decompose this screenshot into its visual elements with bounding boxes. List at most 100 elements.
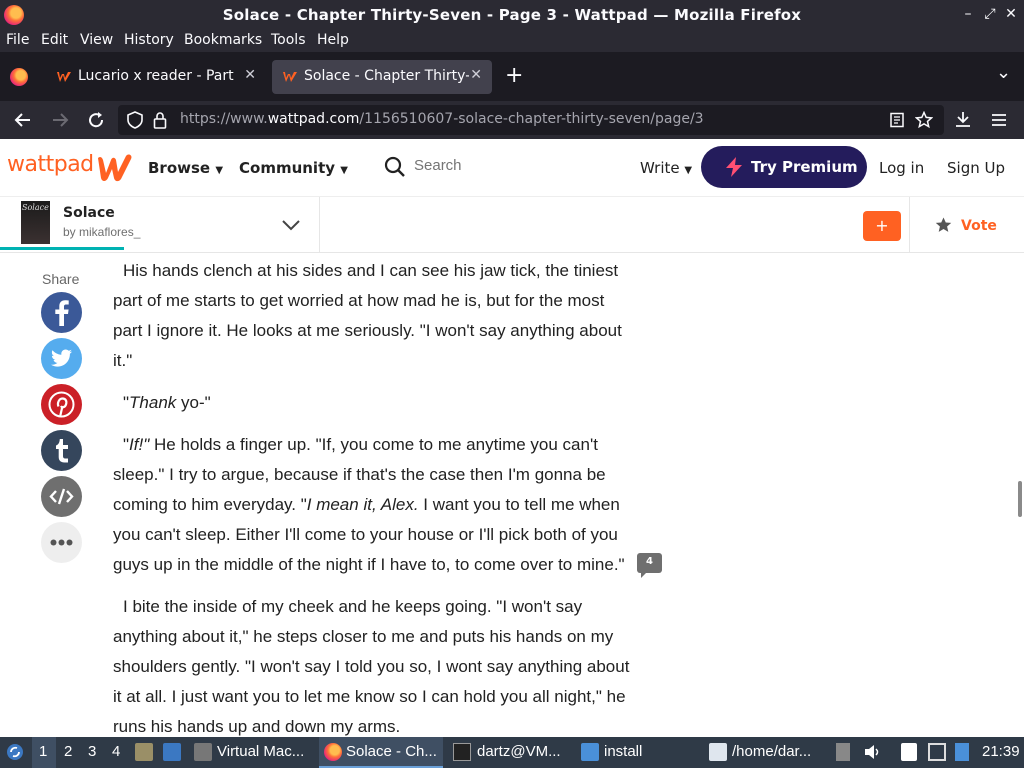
workspace-4[interactable]: 4 — [112, 743, 120, 760]
menu-bookmarks[interactable]: Bookmarks — [184, 32, 262, 48]
start-menu-icon[interactable] — [6, 743, 24, 761]
paragraph-italic-text: If!" — [129, 435, 150, 454]
login-link[interactable]: Log in — [879, 159, 924, 177]
community-menu[interactable]: Community ▼ — [239, 159, 348, 177]
story-paragraph: His hands clench at his sides and I can … — [113, 256, 633, 376]
story-paragraph: "If!" He holds a finger up. "If, you com… — [113, 430, 633, 580]
write-menu[interactable]: Write ▼ — [640, 159, 692, 177]
tumblr-share-button[interactable] — [41, 430, 82, 471]
bluetooth-icon[interactable] — [955, 743, 969, 761]
reload-icon[interactable] — [87, 111, 105, 129]
volume-icon[interactable] — [863, 743, 881, 761]
bookmark-star-icon[interactable] — [915, 111, 933, 129]
wattpad-logo-text[interactable]: wattpad — [7, 152, 94, 177]
url-text: https://www.wattpad.com/1156510607-solac… — [180, 111, 704, 127]
back-icon[interactable] — [14, 111, 32, 129]
desktop-launcher-icon[interactable] — [163, 743, 181, 761]
twitter-icon — [51, 349, 72, 367]
new-tab-button[interactable]: + — [505, 63, 523, 88]
paragraph-text: His hands clench at his sides and I can … — [113, 261, 622, 370]
tab-close-icon[interactable]: ✕ — [244, 67, 256, 83]
workspace-3[interactable]: 3 — [88, 743, 96, 760]
lock-icon[interactable] — [153, 111, 167, 129]
taskbar-item-firefox[interactable]: Solace - Ch... — [346, 743, 437, 760]
vote-button[interactable]: Vote — [961, 218, 997, 234]
code-embed-icon — [49, 488, 74, 505]
twitter-share-button[interactable] — [41, 338, 82, 379]
more-dots-icon — [50, 539, 73, 546]
menu-edit[interactable]: Edit — [41, 32, 68, 48]
folder-icon — [581, 743, 599, 761]
reader-view-icon[interactable] — [889, 112, 905, 128]
taskbar-item-home-folder[interactable]: /home/dar... — [732, 743, 811, 760]
menu-help[interactable]: Help — [317, 32, 349, 48]
tab-label: Solace - Chapter Thirty-S — [304, 68, 469, 84]
story-author[interactable]: by mikaflores_ — [63, 225, 140, 239]
tumblr-icon — [56, 439, 68, 463]
story-bar: Solace Solace by mikaflores_ + Vote — [0, 197, 1024, 253]
paragraph-italic-text: Thank — [129, 393, 177, 412]
tab-close-icon[interactable]: ✕ — [470, 67, 482, 83]
story-paragraph: I bite the inside of my cheek and he kee… — [113, 592, 633, 737]
menu-bar: File Edit View History Bookmarks Tools H… — [0, 30, 1024, 52]
hamburger-menu-icon[interactable] — [990, 111, 1008, 129]
minimize-button[interactable]: – — [958, 4, 978, 24]
clock: 21:39 — [982, 743, 1020, 760]
url-bar[interactable]: https://www.wattpad.com/1156510607-solac… — [118, 105, 944, 135]
browse-menu[interactable]: Browse ▼ — [148, 159, 223, 177]
network-icon[interactable] — [928, 743, 946, 761]
menu-file[interactable]: File — [6, 32, 29, 48]
cover-title: Solace — [22, 203, 49, 212]
story-title[interactable]: Solace — [63, 205, 115, 221]
signup-link[interactable]: Sign Up — [947, 159, 1005, 177]
embed-share-button[interactable] — [41, 476, 82, 517]
facebook-share-button[interactable] — [41, 292, 82, 333]
url-domain: wattpad.com — [267, 111, 360, 127]
menu-tools[interactable]: Tools — [271, 32, 306, 48]
star-icon — [935, 217, 952, 232]
divider — [319, 197, 320, 253]
scrollbar-thumb[interactable] — [1018, 481, 1022, 517]
tab-list-button[interactable]: ⌄ — [996, 62, 1011, 83]
menu-view[interactable]: View — [80, 32, 113, 48]
terminal-icon — [453, 743, 471, 761]
browse-label: Browse — [148, 159, 211, 177]
file-manager-launcher-icon[interactable] — [135, 743, 153, 761]
system-taskbar: 1 2 3 4 Virtual Mac... Solace - Ch... da… — [0, 737, 1024, 768]
chevron-down-icon: ▼ — [215, 165, 224, 176]
downloads-icon[interactable] — [954, 110, 972, 128]
pinterest-icon — [48, 391, 75, 418]
wattpad-logo-icon[interactable] — [97, 154, 133, 182]
menu-history[interactable]: History — [124, 32, 174, 48]
share-label: Share — [42, 271, 80, 287]
more-options-button[interactable] — [41, 522, 82, 563]
search-input[interactable] — [414, 157, 614, 174]
clipboard-icon[interactable] — [836, 743, 850, 761]
taskbar-item-install[interactable]: install — [604, 743, 642, 760]
community-label: Community — [239, 159, 336, 177]
pinterest-share-button[interactable] — [41, 384, 82, 425]
taskbar-item-virtual-machine[interactable]: Virtual Mac... — [217, 743, 304, 760]
taskbar-item-terminal[interactable]: dartz@VM... — [477, 743, 561, 760]
workspace-2[interactable]: 2 — [64, 743, 72, 760]
forward-icon[interactable] — [51, 111, 69, 129]
tracking-shield-icon[interactable] — [127, 111, 143, 129]
add-to-library-button[interactable]: + — [863, 211, 901, 241]
maximize-button[interactable]: ⤢ — [980, 4, 1000, 24]
window-title: Solace - Chapter Thirty-Seven - Page 3 -… — [222, 6, 802, 24]
workspace-1[interactable]: 1 — [39, 743, 47, 760]
paragraph-text: yo-" — [176, 393, 211, 412]
try-premium-button[interactable]: Try Premium — [701, 146, 867, 188]
tab-solace[interactable]: Solace - Chapter Thirty-S ✕ — [272, 60, 492, 94]
tab-lucario[interactable]: Lucario x reader - Part 6 ✕ — [46, 60, 266, 94]
search-icon[interactable] — [384, 156, 406, 178]
firefox-view-icon[interactable] — [10, 68, 28, 86]
inline-comment-count-button[interactable]: 4 — [637, 553, 662, 578]
chevron-down-icon[interactable] — [281, 218, 301, 232]
premium-label: Try Premium — [751, 158, 858, 176]
close-window-button[interactable]: ✕ — [1001, 4, 1021, 24]
divider — [909, 197, 910, 253]
notes-icon[interactable] — [901, 743, 917, 761]
facebook-icon — [55, 300, 69, 326]
story-cover-image[interactable]: Solace — [21, 201, 50, 244]
